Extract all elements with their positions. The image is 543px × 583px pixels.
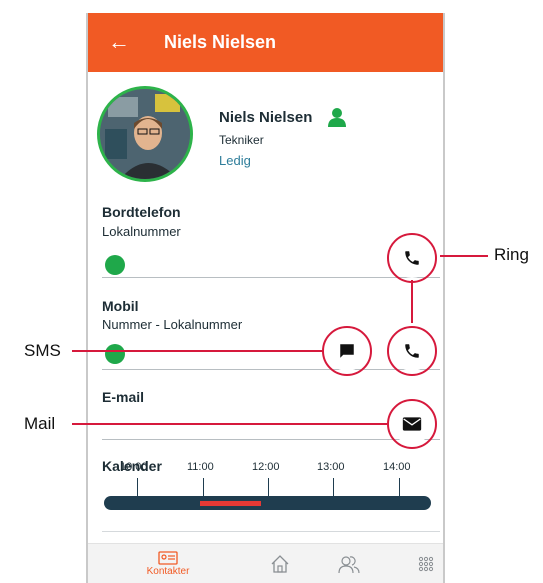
calendar-tick <box>203 478 204 496</box>
desk-phone-subtitle: Lokalnummer <box>102 224 181 239</box>
sms-button[interactable] <box>327 331 367 371</box>
mobile-status-dot <box>105 344 125 364</box>
divider <box>102 439 440 440</box>
desk-phone-title: Bordtelefon <box>102 204 181 220</box>
email-title: E-mail <box>102 389 145 405</box>
ring-connector-line <box>411 280 413 323</box>
ring-annotation-label: Ring <box>494 245 529 264</box>
calendar-time: 12:00 <box>252 461 280 473</box>
desk-phone-call-button[interactable] <box>392 238 432 278</box>
calendar-tick <box>333 478 334 496</box>
app-bar: ← Niels Nielsen <box>88 13 443 72</box>
email-button[interactable] <box>392 404 432 444</box>
contact-name: Niels Nielsen <box>219 109 313 126</box>
divider <box>102 277 440 278</box>
desk-phone-status-dot <box>105 255 125 275</box>
contact-status: Ledig <box>219 153 251 168</box>
avatar <box>97 86 193 182</box>
calendar-tick <box>268 478 269 496</box>
page-title: Niels Nielsen <box>164 32 277 52</box>
contacts-icon <box>158 551 178 565</box>
calendar-time: 11:00 <box>187 461 214 473</box>
divider <box>102 369 440 370</box>
ring-annotation-line <box>440 255 488 257</box>
calendar-time: 14:00 <box>383 461 411 473</box>
nav-contacts-label: Kontakter <box>146 566 190 577</box>
calendar-busy-block[interactable] <box>200 501 261 506</box>
calendar-tick <box>137 478 138 496</box>
people-icon <box>338 556 360 574</box>
home-icon <box>271 555 289 573</box>
calendar-timeline[interactable] <box>104 496 431 510</box>
phone-icon <box>405 344 419 358</box>
mail-annotation-line <box>72 423 387 425</box>
person-status-icon <box>328 108 346 127</box>
bottom-nav: Kontakter <box>88 543 443 583</box>
divider <box>102 531 440 532</box>
nav-groups[interactable] <box>333 544 365 583</box>
message-icon <box>340 344 354 358</box>
mobile-subtitle: Nummer - Lokalnummer <box>102 317 243 332</box>
nav-apps[interactable] <box>410 544 442 583</box>
envelope-icon <box>402 417 422 431</box>
calendar-time: 10:00 <box>120 461 148 473</box>
calendar-tick <box>399 478 400 496</box>
grid-dots-icon <box>418 556 434 572</box>
nav-home[interactable] <box>264 544 296 583</box>
back-arrow-icon[interactable]: ← <box>108 29 130 55</box>
calendar-time: 13:00 <box>317 461 345 473</box>
contact-role: Tekniker <box>219 133 264 147</box>
phone-icon <box>405 251 419 265</box>
nav-contacts[interactable]: Kontakter <box>138 544 198 583</box>
mail-annotation-label: Mail <box>24 414 56 433</box>
sms-annotation-label: SMS <box>24 341 61 360</box>
sms-annotation-line <box>72 350 323 352</box>
mobile-title: Mobil <box>102 298 139 314</box>
mobile-call-button[interactable] <box>392 331 432 371</box>
